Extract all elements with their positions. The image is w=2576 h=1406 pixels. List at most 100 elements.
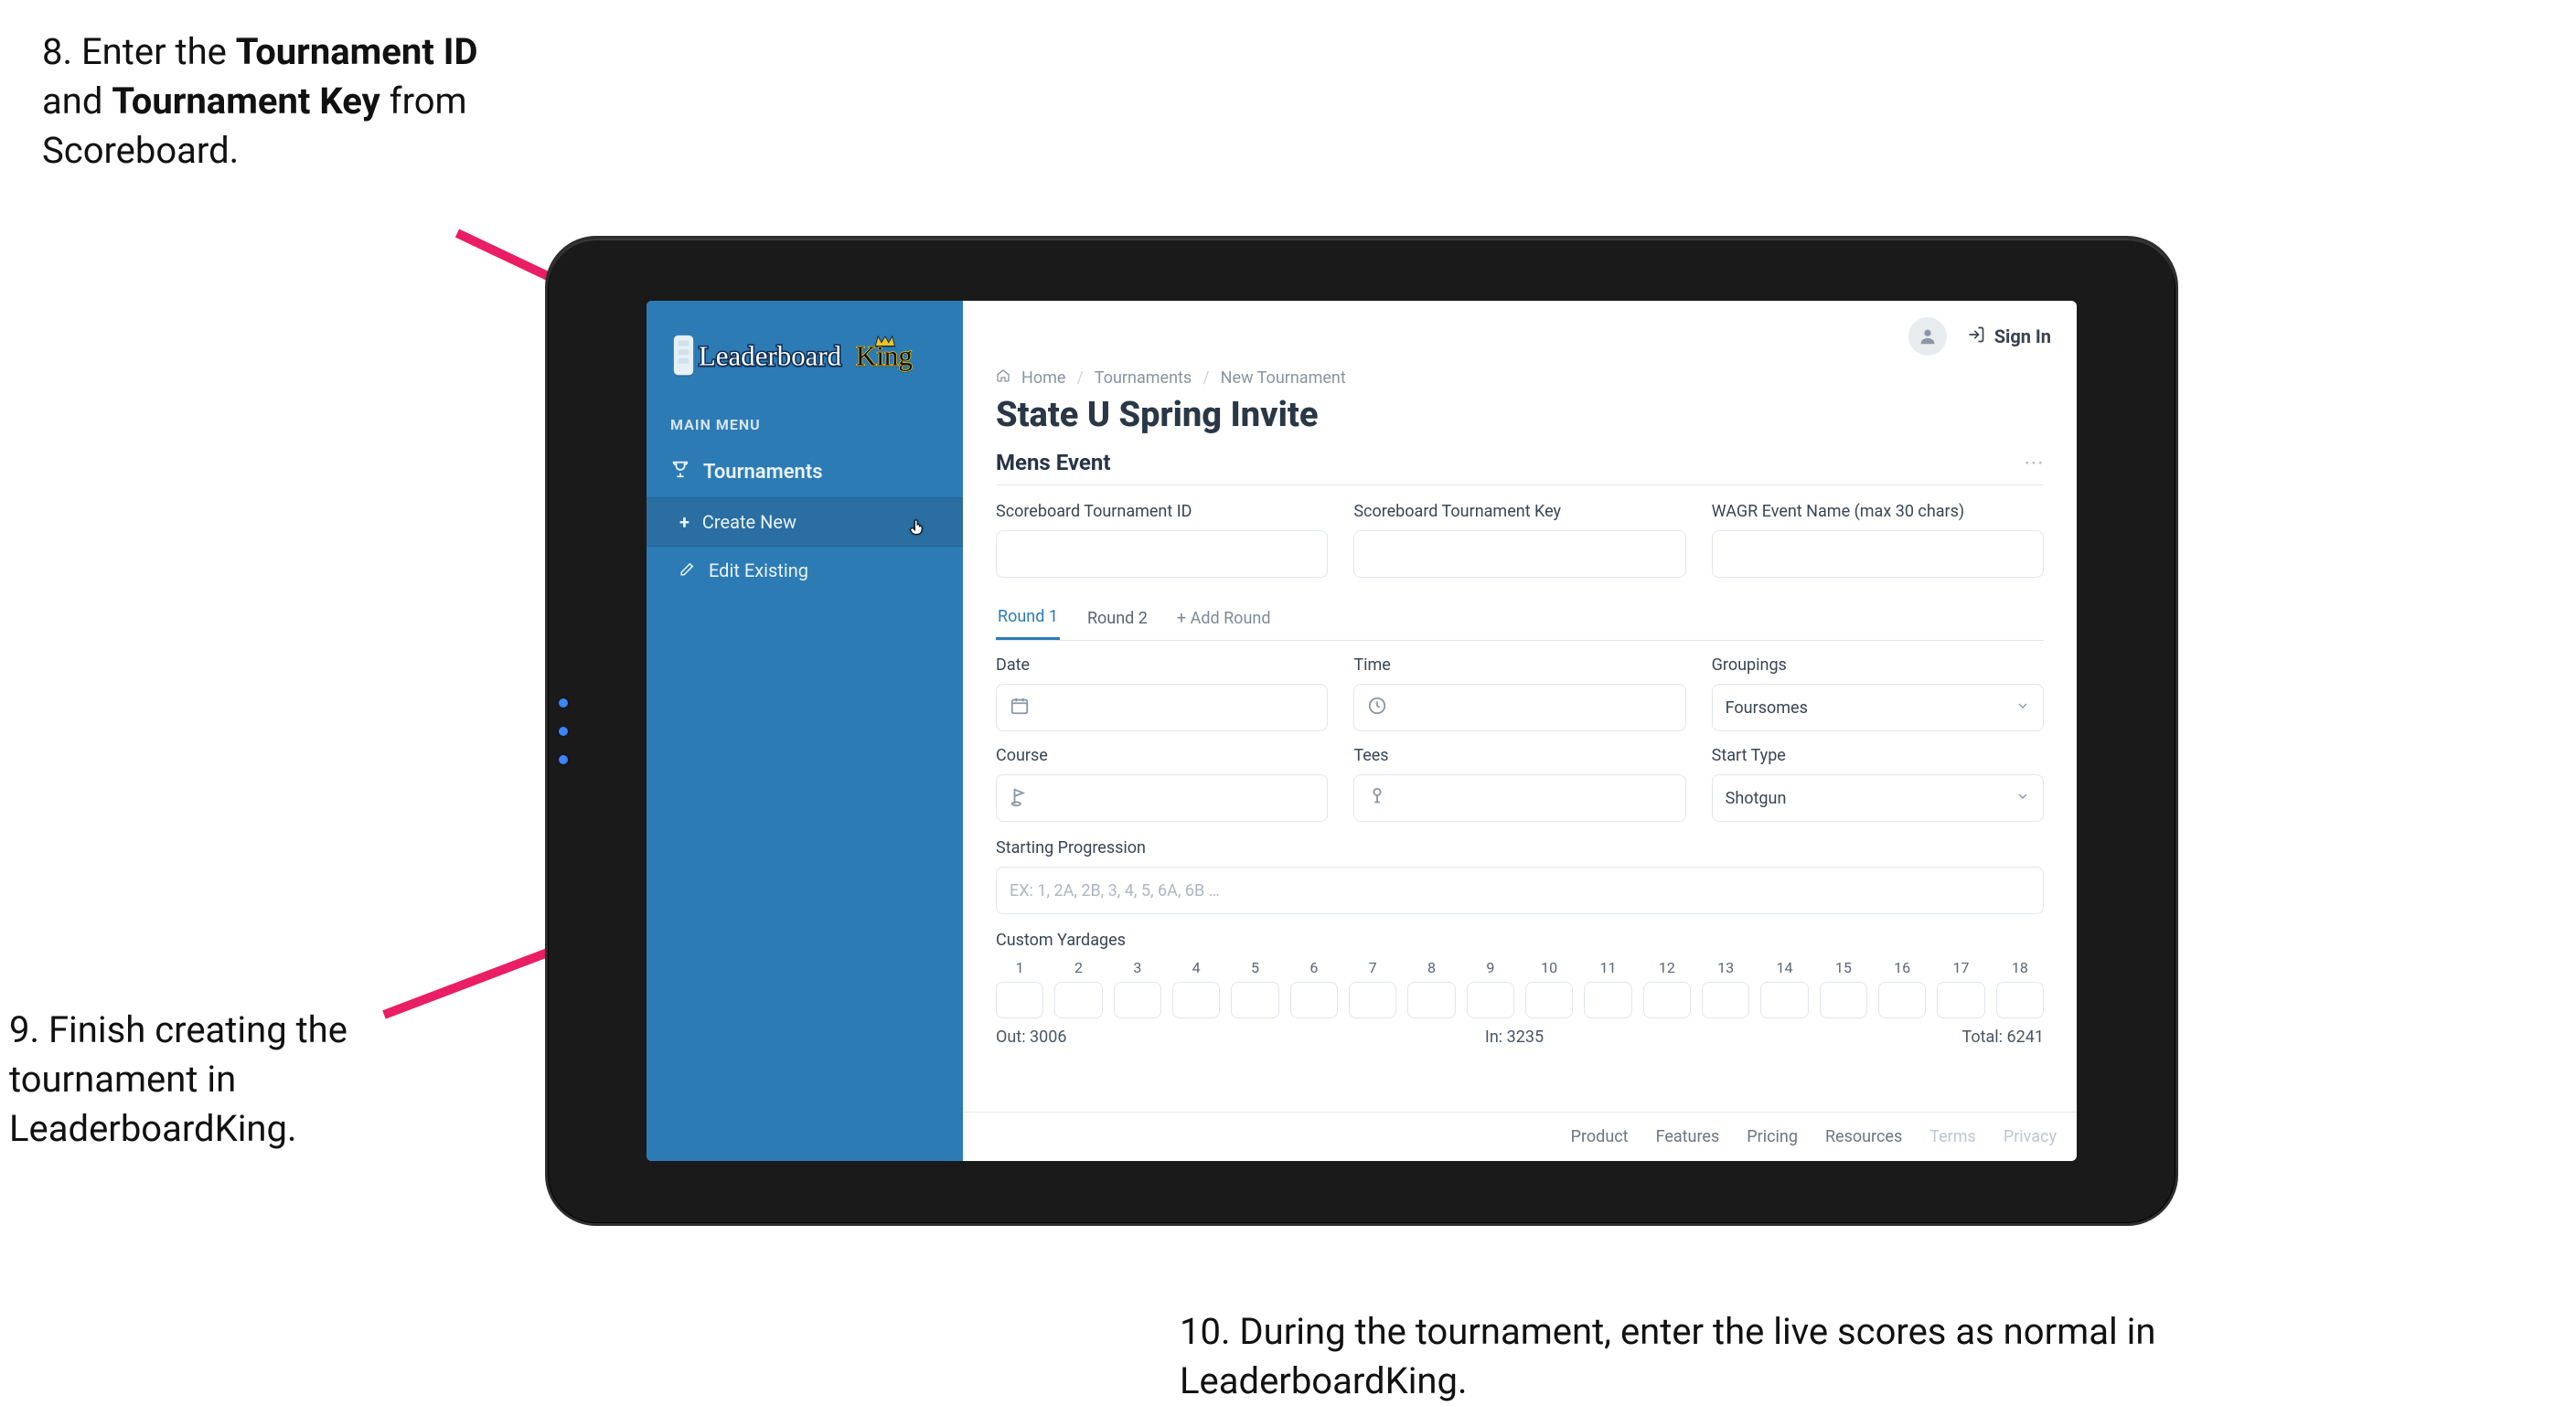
yardage-hole: 17 bbox=[1937, 959, 1984, 1018]
hole-input[interactable] bbox=[1349, 982, 1396, 1018]
input-wagr-event-name[interactable] bbox=[1712, 530, 2044, 578]
document-canvas: 8. Enter the Tournament ID and Tournamen… bbox=[0, 0, 2576, 1385]
yardage-hole: 16 bbox=[1878, 959, 1926, 1018]
hole-input[interactable] bbox=[1937, 982, 1984, 1018]
sidebar-section-label: MAIN MENU bbox=[647, 410, 963, 446]
sign-in-icon bbox=[1967, 325, 1985, 348]
hole-input[interactable] bbox=[1407, 982, 1455, 1018]
annotation-bold-1: Tournament ID bbox=[236, 30, 478, 73]
annotation-step-8: 8. Enter the Tournament ID and Tournamen… bbox=[42, 27, 518, 176]
hole-input[interactable] bbox=[1467, 982, 1514, 1018]
sidebar-item-edit-existing[interactable]: Edit Existing bbox=[647, 547, 963, 594]
field-starting-progression: Starting Progression EX: 1, 2A, 2B, 3, 4… bbox=[996, 838, 2044, 914]
yardage-holes: 123456789101112131415161718 bbox=[996, 959, 2044, 1018]
label-date: Date bbox=[996, 655, 1328, 675]
hole-input[interactable] bbox=[1878, 982, 1926, 1018]
user-icon bbox=[1918, 326, 1938, 346]
breadcrumb: Home / Tournaments / New Tournament bbox=[996, 367, 2044, 388]
hole-input[interactable] bbox=[1054, 982, 1102, 1018]
hole-input[interactable] bbox=[1525, 982, 1573, 1018]
select-groupings[interactable]: Foursomes bbox=[1712, 684, 2044, 731]
hole-input[interactable] bbox=[996, 982, 1043, 1018]
footer-resources[interactable]: Resources bbox=[1825, 1127, 1902, 1146]
hole-input[interactable] bbox=[1584, 982, 1631, 1018]
hole-number: 5 bbox=[1251, 959, 1259, 976]
footer-features[interactable]: Features bbox=[1656, 1127, 1720, 1146]
event-menu-button[interactable]: ⋯ bbox=[2024, 452, 2044, 474]
yardage-hole: 14 bbox=[1760, 959, 1808, 1018]
tab-add-round[interactable]: + Add Round bbox=[1175, 600, 1273, 639]
hole-input[interactable] bbox=[1172, 982, 1220, 1018]
hole-input[interactable] bbox=[1114, 982, 1161, 1018]
hole-number: 16 bbox=[1894, 959, 1910, 976]
event-title: Mens Event bbox=[996, 450, 1110, 475]
yardage-hole: 8 bbox=[1407, 959, 1455, 1018]
hole-input[interactable] bbox=[1820, 982, 1867, 1018]
brand-logo-svg: Leaderboard King bbox=[670, 326, 935, 390]
input-sb-tournament-key[interactable] bbox=[1353, 530, 1685, 578]
footer-privacy[interactable]: Privacy bbox=[2004, 1127, 2057, 1146]
page-title: State U Spring Invite bbox=[996, 395, 2044, 435]
hole-number: 13 bbox=[1717, 959, 1734, 976]
breadcrumb-sep: / bbox=[1202, 368, 1209, 388]
in-label: In: bbox=[1485, 1028, 1502, 1047]
trophy-icon bbox=[670, 459, 690, 485]
out-label: Out: bbox=[996, 1028, 1026, 1047]
breadcrumb-sep: / bbox=[1076, 368, 1083, 388]
input-course[interactable] bbox=[996, 774, 1328, 822]
input-sb-tournament-id[interactable] bbox=[996, 530, 1328, 578]
annotation-bold-2: Tournament Key bbox=[112, 80, 379, 122]
footer-pricing[interactable]: Pricing bbox=[1747, 1127, 1798, 1146]
main-panel: Sign In Home / Tournaments / New Tournam… bbox=[963, 301, 2077, 1161]
hole-input[interactable] bbox=[1996, 982, 2044, 1018]
label-groupings: Groupings bbox=[1712, 655, 2044, 675]
date-time-groupings-row: Date Time bbox=[996, 655, 2044, 731]
edit-icon bbox=[679, 559, 696, 581]
footer-product[interactable]: Product bbox=[1571, 1127, 1629, 1146]
label-time: Time bbox=[1353, 655, 1685, 675]
hole-input[interactable] bbox=[1231, 982, 1278, 1018]
content-area: Home / Tournaments / New Tournament Stat… bbox=[963, 367, 2077, 1112]
sidebar-item-tournaments[interactable]: Tournaments bbox=[647, 446, 963, 497]
hole-input[interactable] bbox=[1643, 982, 1691, 1018]
total-label: Total: bbox=[1961, 1028, 2003, 1047]
input-tees[interactable] bbox=[1353, 774, 1685, 822]
hole-number: 6 bbox=[1309, 959, 1318, 976]
label-course: Course bbox=[996, 746, 1328, 765]
breadcrumb-home[interactable]: Home bbox=[1021, 368, 1065, 388]
hole-input[interactable] bbox=[1702, 982, 1749, 1018]
hole-number: 7 bbox=[1369, 959, 1377, 976]
hole-number: 3 bbox=[1133, 959, 1141, 976]
field-sb-tournament-key: Scoreboard Tournament Key bbox=[1353, 502, 1685, 578]
sign-in-button[interactable]: Sign In bbox=[1967, 325, 2051, 348]
hole-number: 8 bbox=[1427, 959, 1436, 976]
hole-input[interactable] bbox=[1290, 982, 1338, 1018]
yardage-in: In: 3235 bbox=[1485, 1028, 1544, 1047]
sidebar: Leaderboard King MAIN MENU Tournaments bbox=[647, 301, 963, 1161]
input-time[interactable] bbox=[1353, 684, 1685, 731]
field-start-type: Start Type Shotgun bbox=[1712, 746, 2044, 822]
yardage-hole: 12 bbox=[1643, 959, 1691, 1018]
yardage-hole: 2 bbox=[1054, 959, 1102, 1018]
select-start-type[interactable]: Shotgun bbox=[1712, 774, 2044, 822]
avatar[interactable] bbox=[1908, 317, 1947, 356]
yardage-hole: 4 bbox=[1172, 959, 1220, 1018]
input-starting-progression[interactable]: EX: 1, 2A, 2B, 3, 4, 5, 6A, 6B … bbox=[996, 867, 2044, 914]
breadcrumb-tournaments[interactable]: Tournaments bbox=[1095, 368, 1192, 388]
label-sb-tournament-key: Scoreboard Tournament Key bbox=[1353, 502, 1685, 521]
hole-number: 11 bbox=[1600, 959, 1617, 976]
hole-number: 4 bbox=[1192, 959, 1201, 976]
sign-in-label: Sign In bbox=[1994, 325, 2051, 347]
input-date[interactable] bbox=[996, 684, 1328, 731]
breadcrumb-new-tournament: New Tournament bbox=[1221, 368, 1346, 388]
hole-input[interactable] bbox=[1760, 982, 1808, 1018]
yardage-hole: 5 bbox=[1231, 959, 1278, 1018]
in-value: 3235 bbox=[1507, 1028, 1544, 1047]
hole-number: 10 bbox=[1541, 959, 1557, 976]
annotation-step-9: 9. Finish creating the tournament in Lea… bbox=[9, 1006, 384, 1154]
yardage-hole: 3 bbox=[1114, 959, 1161, 1018]
course-tees-start-row: Course Tees bbox=[996, 746, 2044, 822]
footer-terms[interactable]: Terms bbox=[1929, 1127, 1976, 1146]
tab-round-1[interactable]: Round 1 bbox=[996, 598, 1060, 640]
tab-round-2[interactable]: Round 2 bbox=[1085, 600, 1149, 639]
